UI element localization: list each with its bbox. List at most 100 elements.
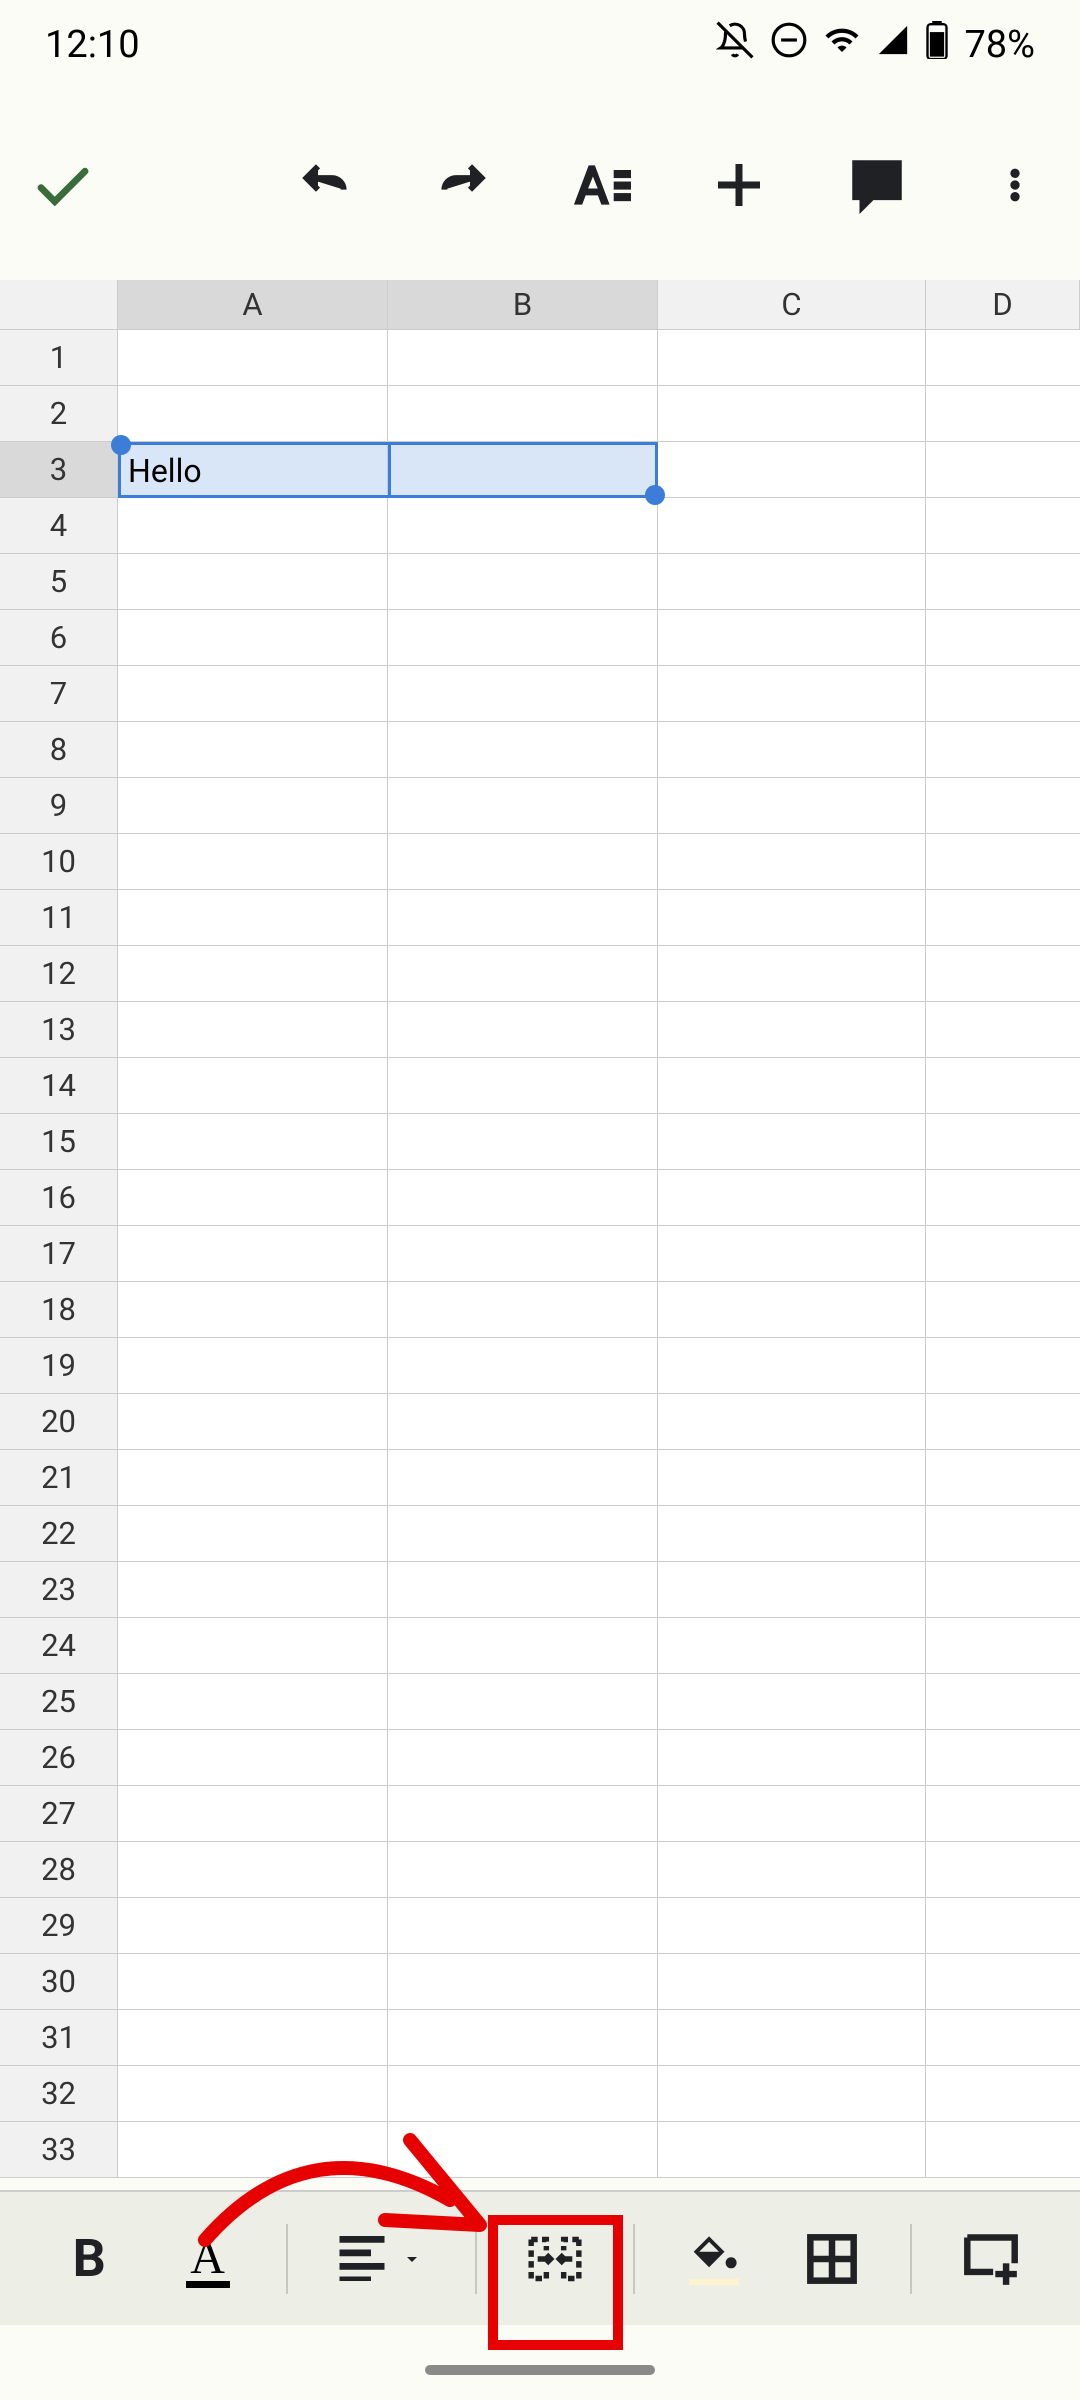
cell-D3[interactable] [926,442,1080,497]
cell-D12[interactable] [926,946,1080,1001]
cell-B13[interactable] [388,1002,658,1057]
cell-D31[interactable] [926,2010,1080,2065]
cell-C9[interactable] [658,778,926,833]
cell-B28[interactable] [388,1842,658,1897]
borders-button[interactable] [792,2219,872,2299]
cell-A29[interactable] [118,1898,388,1953]
cell-B2[interactable] [388,386,658,441]
cell-A27[interactable] [118,1786,388,1841]
cell-D24[interactable] [926,1618,1080,1673]
cell-B10[interactable] [388,834,658,889]
col-header-C[interactable]: C [658,280,926,329]
cell-A6[interactable] [118,610,388,665]
cell-D20[interactable] [926,1394,1080,1449]
cell-A11[interactable] [118,890,388,945]
cell-B18[interactable] [388,1282,658,1337]
cell-D2[interactable] [926,386,1080,441]
row-header-17[interactable]: 17 [0,1226,118,1281]
cell-D17[interactable] [926,1226,1080,1281]
cell-C23[interactable] [658,1562,926,1617]
cell-B25[interactable] [388,1674,658,1729]
cell-A28[interactable] [118,1842,388,1897]
cell-A4[interactable] [118,498,388,553]
row-header-3[interactable]: 3 [0,442,118,497]
col-header-D[interactable]: D [926,280,1080,329]
select-all-corner[interactable] [0,280,118,329]
cell-D27[interactable] [926,1786,1080,1841]
cell-B9[interactable] [388,778,658,833]
row-header-31[interactable]: 31 [0,2010,118,2065]
cell-D16[interactable] [926,1170,1080,1225]
cell-A19[interactable] [118,1338,388,1393]
cell-B27[interactable] [388,1786,658,1841]
row-header-18[interactable]: 18 [0,1282,118,1337]
cell-C7[interactable] [658,666,926,721]
insert-button[interactable] [704,150,774,220]
row-header-21[interactable]: 21 [0,1450,118,1505]
row-header-13[interactable]: 13 [0,1002,118,1057]
cell-D28[interactable] [926,1842,1080,1897]
cell-D10[interactable] [926,834,1080,889]
col-header-B[interactable]: B [388,280,658,329]
cell-C6[interactable] [658,610,926,665]
cell-B20[interactable] [388,1394,658,1449]
cell-C28[interactable] [658,1842,926,1897]
row-header-4[interactable]: 4 [0,498,118,553]
cell-B12[interactable] [388,946,658,1001]
cell-B31[interactable] [388,2010,658,2065]
cell-B5[interactable] [388,554,658,609]
row-header-30[interactable]: 30 [0,1954,118,2009]
cell-A31[interactable] [118,2010,388,2065]
cell-D6[interactable] [926,610,1080,665]
cell-D33[interactable] [926,2122,1080,2177]
cell-C1[interactable] [658,330,926,385]
cell-B23[interactable] [388,1562,658,1617]
cell-A18[interactable] [118,1282,388,1337]
bold-button[interactable]: B [49,2219,129,2299]
cell-C16[interactable] [658,1170,926,1225]
row-header-27[interactable]: 27 [0,1786,118,1841]
row-header-12[interactable]: 12 [0,946,118,1001]
cell-B14[interactable] [388,1058,658,1113]
cell-D29[interactable] [926,1898,1080,1953]
row-header-33[interactable]: 33 [0,2122,118,2177]
cell-C14[interactable] [658,1058,926,1113]
comment-button[interactable] [842,150,912,220]
cell-D13[interactable] [926,1002,1080,1057]
cell-D4[interactable] [926,498,1080,553]
cell-D7[interactable] [926,666,1080,721]
cell-C12[interactable] [658,946,926,1001]
cell-C8[interactable] [658,722,926,777]
cell-C30[interactable] [658,1954,926,2009]
cell-D19[interactable] [926,1338,1080,1393]
cell-B6[interactable] [388,610,658,665]
text-color-button[interactable]: A [168,2219,248,2299]
cell-D22[interactable] [926,1506,1080,1561]
cell-C19[interactable] [658,1338,926,1393]
row-header-14[interactable]: 14 [0,1058,118,1113]
row-header-6[interactable]: 6 [0,610,118,665]
cell-A7[interactable] [118,666,388,721]
row-header-5[interactable]: 5 [0,554,118,609]
cell-C3[interactable] [658,442,926,497]
insert-sheet-button[interactable] [951,2219,1031,2299]
cell-D32[interactable] [926,2066,1080,2121]
cell-C27[interactable] [658,1786,926,1841]
cell-C13[interactable] [658,1002,926,1057]
cell-C5[interactable] [658,554,926,609]
cell-B15[interactable] [388,1114,658,1169]
cell-D5[interactable] [926,554,1080,609]
row-header-25[interactable]: 25 [0,1674,118,1729]
cell-C20[interactable] [658,1394,926,1449]
cell-B1[interactable] [388,330,658,385]
cell-B11[interactable] [388,890,658,945]
cell-A2[interactable] [118,386,388,441]
cell-A15[interactable] [118,1114,388,1169]
row-header-10[interactable]: 10 [0,834,118,889]
cell-C21[interactable] [658,1450,926,1505]
row-header-11[interactable]: 11 [0,890,118,945]
cell-A23[interactable] [118,1562,388,1617]
cell-B19[interactable] [388,1338,658,1393]
undo-button[interactable] [290,150,360,220]
cell-B8[interactable] [388,722,658,777]
